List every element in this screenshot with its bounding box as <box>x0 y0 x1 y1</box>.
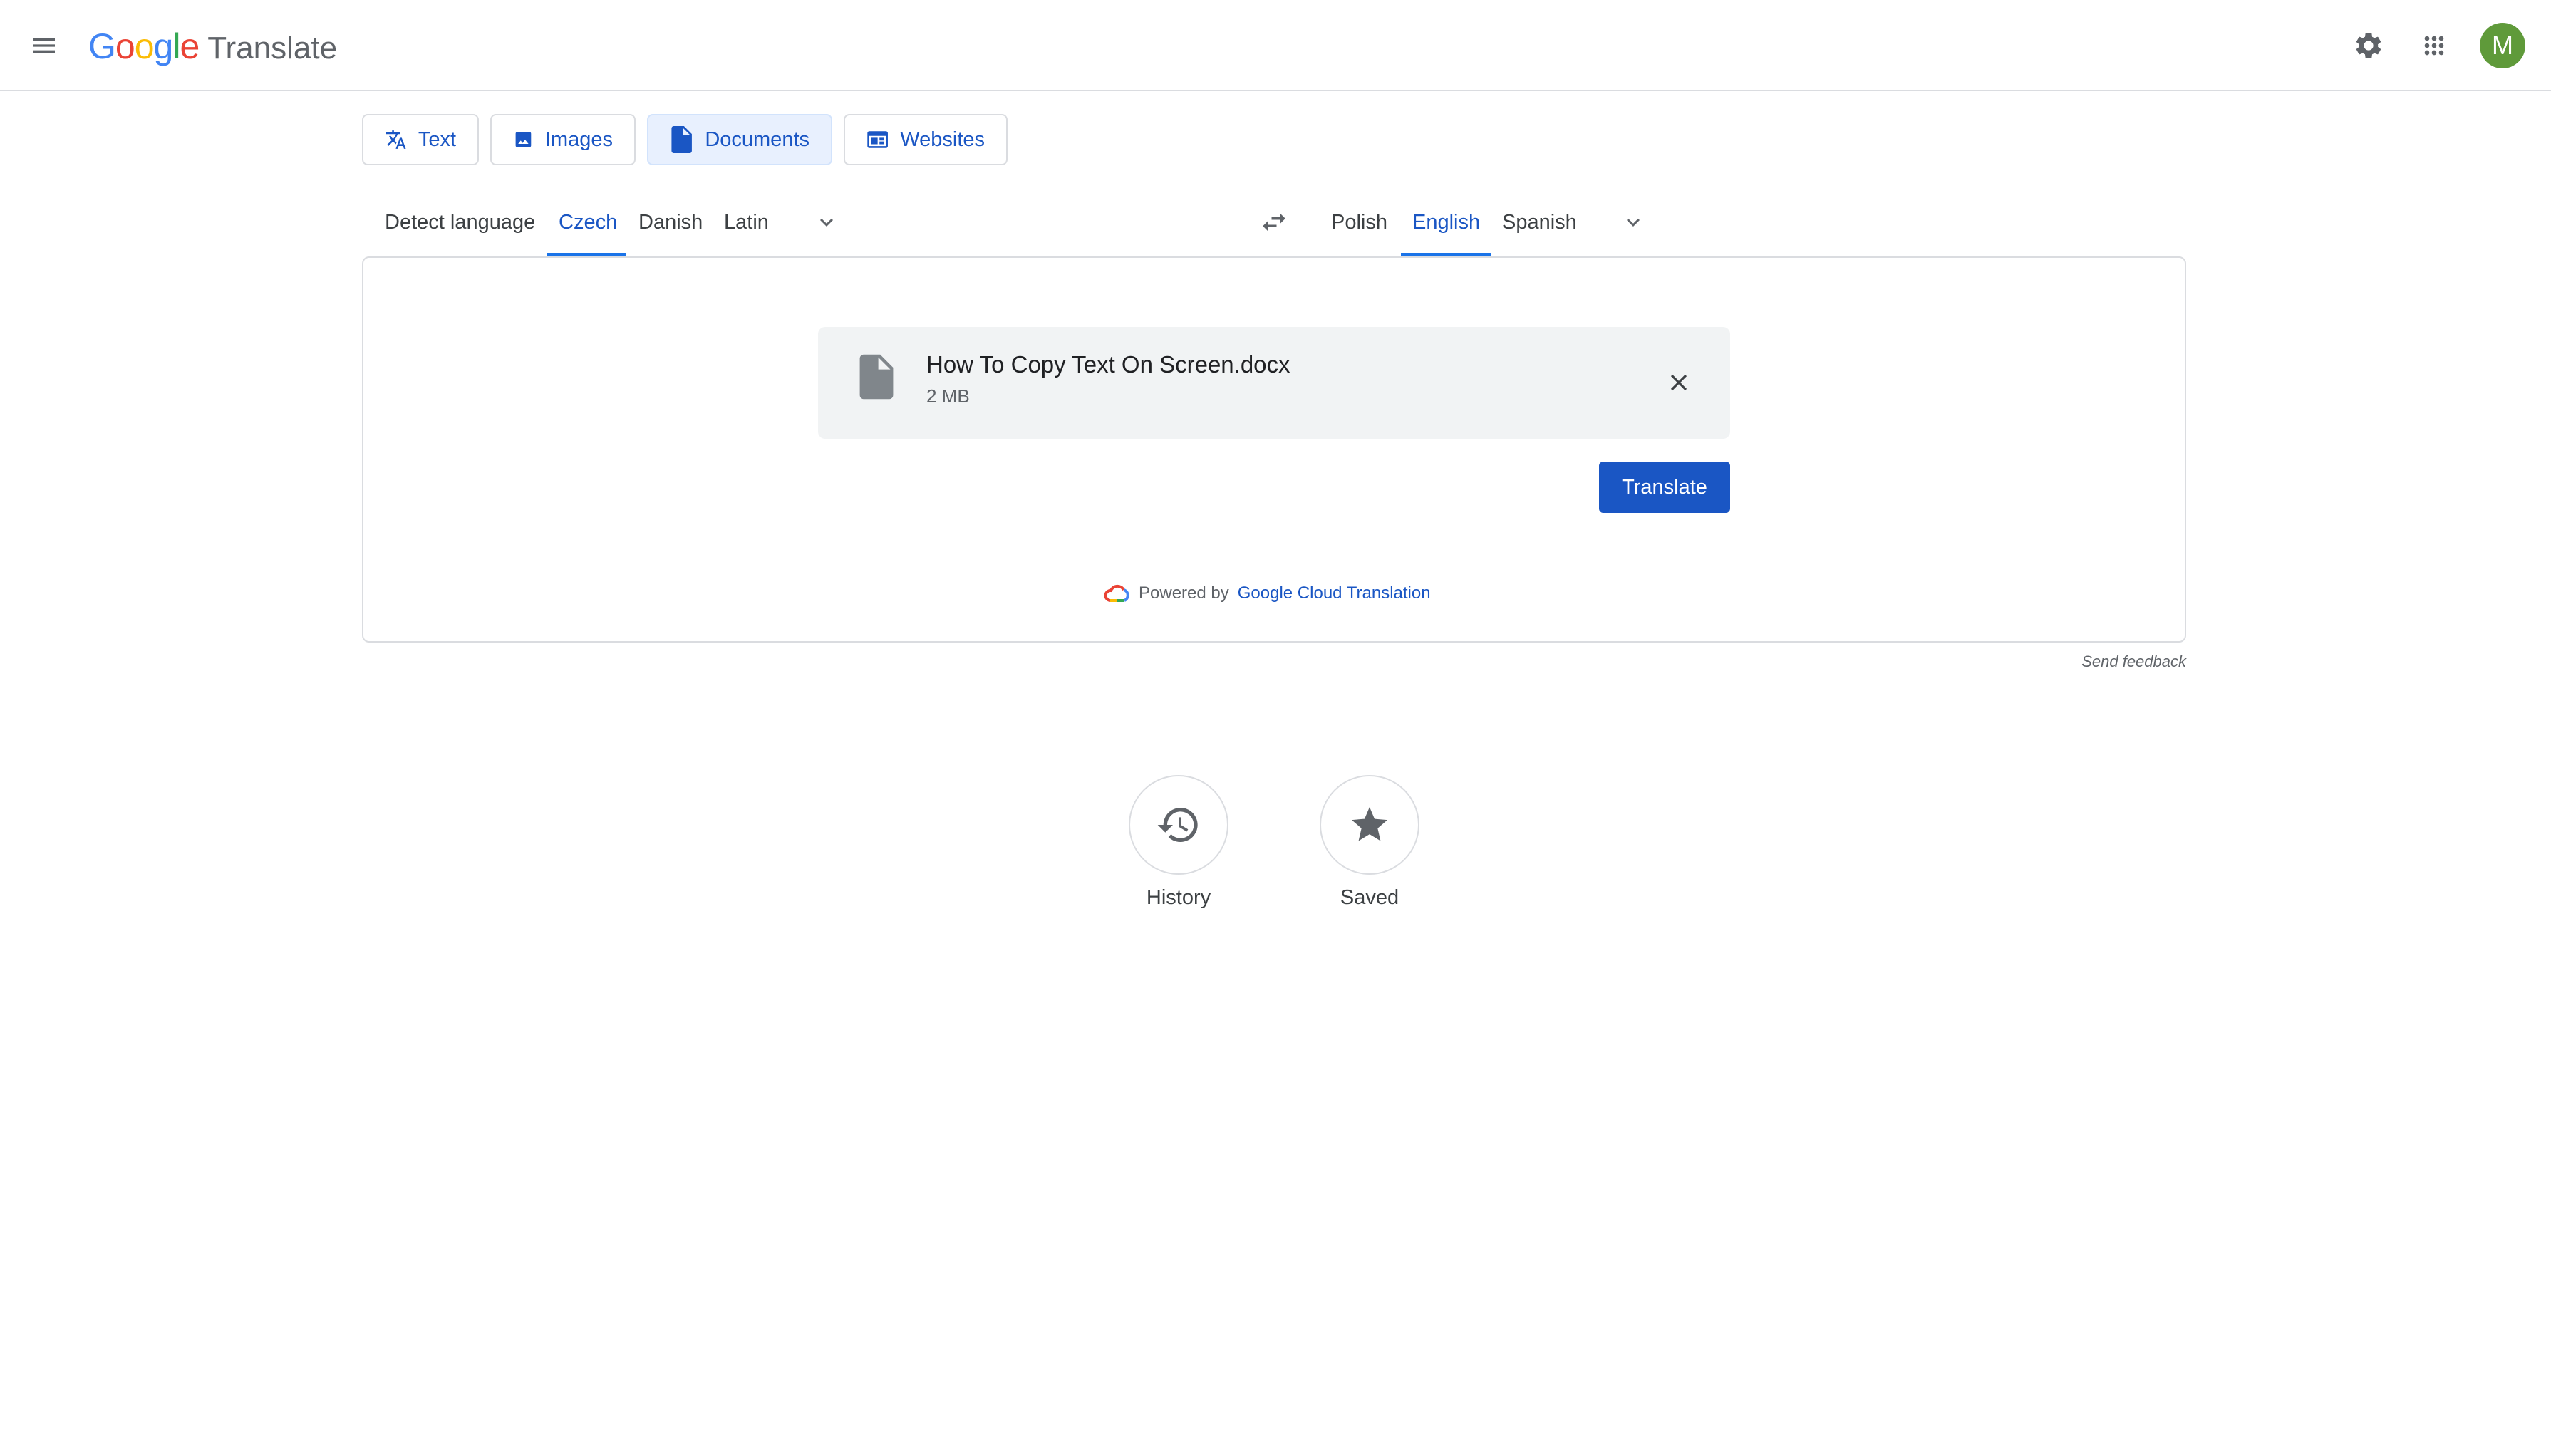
logo-letter-2: o <box>115 26 135 66</box>
history-button[interactable] <box>1129 775 1228 875</box>
tab-images[interactable]: Images <box>490 114 636 165</box>
source-lang-czech[interactable]: Czech <box>547 199 628 245</box>
google-wordmark: Google <box>88 26 200 67</box>
tab-documents[interactable]: Documents <box>647 114 832 165</box>
saved-button[interactable] <box>1320 775 1419 875</box>
remove-file-button[interactable] <box>1656 360 1702 405</box>
star-icon <box>1352 807 1387 841</box>
cloud-translation-link[interactable]: Google Cloud Translation <box>1238 583 1431 603</box>
source-lang-latin[interactable]: Latin <box>713 199 780 245</box>
tab-websites-label: Websites <box>900 128 985 151</box>
translate-icon <box>386 130 406 149</box>
uploaded-file-card: How To Copy Text On Screen.docx 2 MB <box>818 327 1730 439</box>
chevron-down-icon <box>820 218 833 227</box>
apps-grid-icon <box>2424 36 2444 56</box>
gear-icon <box>2356 33 2381 58</box>
logo-letter-5: l <box>172 26 180 66</box>
logo-letter-6: e <box>180 26 200 66</box>
website-icon <box>867 131 888 148</box>
account-avatar[interactable]: M <box>2480 23 2525 68</box>
tab-text-label: Text <box>418 128 456 151</box>
more-target-languages-button[interactable] <box>1610 199 1656 245</box>
app-name: Translate <box>207 31 338 66</box>
logo-letter-1: G <box>88 26 116 66</box>
target-lang-english[interactable]: English <box>1401 199 1491 245</box>
history-icon <box>1157 808 1198 842</box>
logo-letter-4: g <box>153 26 174 66</box>
history-label: History <box>1146 886 1211 909</box>
file-size: 2 MB <box>926 385 970 407</box>
translate-button[interactable]: Translate <box>1599 462 1730 513</box>
top-header: Google Translate M <box>0 0 2551 91</box>
file-name: How To Copy Text On Screen.docx <box>926 351 1290 378</box>
tab-websites[interactable]: Websites <box>844 114 1008 165</box>
target-lang-indicator <box>1401 253 1491 256</box>
swap-arrows-icon <box>1263 213 1285 232</box>
source-lang-indicator <box>547 253 626 256</box>
file-thumbnail <box>858 354 895 403</box>
saved-circle[interactable] <box>1320 775 1419 875</box>
powered-by: Powered by Google Cloud Translation <box>1104 581 1431 605</box>
target-lang-spanish[interactable]: Spanish <box>1491 199 1588 245</box>
google-translate-logo[interactable]: Google Translate <box>88 26 337 67</box>
target-lang-polish[interactable]: Polish <box>1320 199 1399 245</box>
powered-by-prefix: Powered by <box>1139 583 1229 603</box>
google-cloud-icon <box>1104 584 1129 602</box>
send-feedback-link[interactable]: Send feedback <box>2081 652 2186 671</box>
tab-documents-label: Documents <box>705 128 809 151</box>
image-icon <box>515 132 532 147</box>
source-lang-danish[interactable]: Danish <box>627 199 714 245</box>
chevron-down-icon <box>1627 218 1640 227</box>
logo-letter-3: o <box>134 26 155 66</box>
document-icon <box>671 126 692 153</box>
main-menu-button[interactable] <box>21 23 67 68</box>
hamburger-menu-icon <box>33 38 55 53</box>
close-icon <box>1670 374 1687 391</box>
history-circle[interactable] <box>1129 775 1228 875</box>
google-apps-button[interactable] <box>2411 23 2457 68</box>
file-icon <box>859 354 894 400</box>
more-source-languages-button[interactable] <box>804 199 849 245</box>
tab-images-label: Images <box>544 128 613 151</box>
swap-languages-button[interactable] <box>1251 199 1297 245</box>
saved-label: Saved <box>1340 886 1399 909</box>
tab-text[interactable]: Text <box>362 114 479 165</box>
source-lang-detect[interactable]: Detect language <box>373 199 547 245</box>
settings-button[interactable] <box>2346 23 2391 68</box>
